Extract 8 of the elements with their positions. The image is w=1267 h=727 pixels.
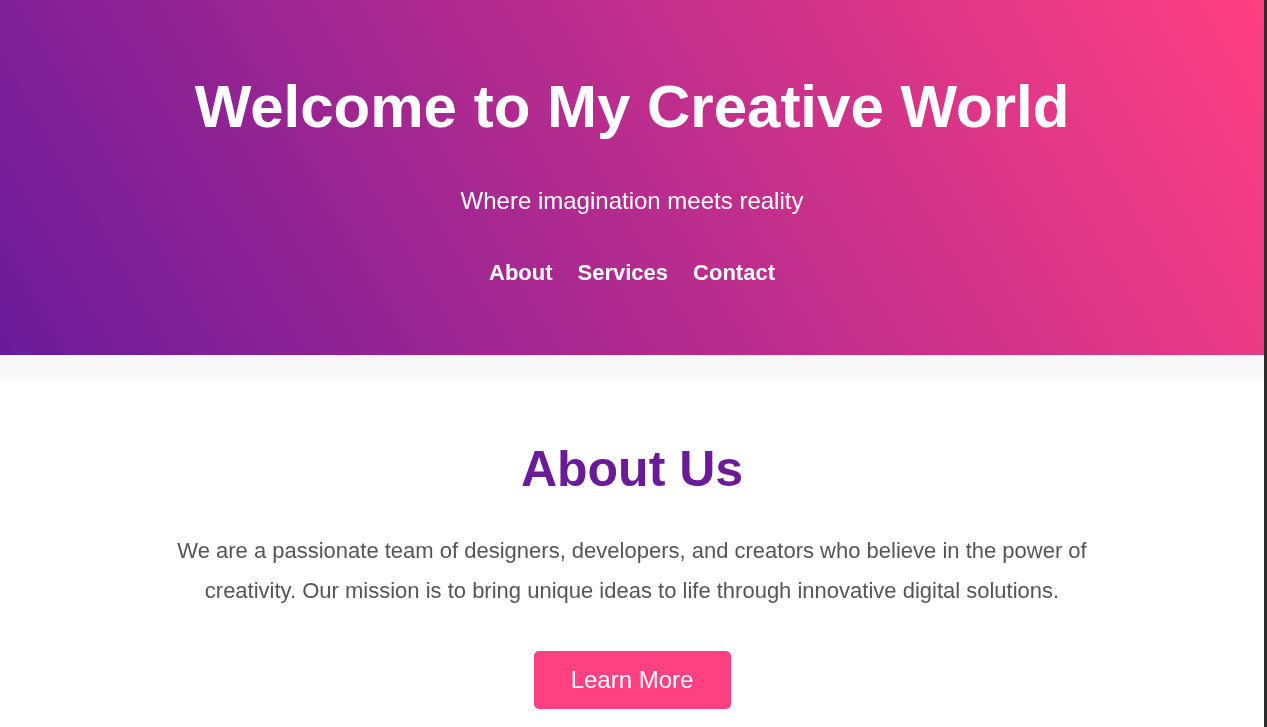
about-paragraph: We are a passionate team of designers, developers, and creators who believe in the power of creativity. Our mission is to bring unique ideas to life through innovative digital solutions. xyxy=(176,537,1088,605)
hero-title: Welcome to My Creative World xyxy=(194,72,1070,142)
nav-link[interactable]: Contact xyxy=(693,260,775,286)
hero-subtitle: Where imagination meets reality xyxy=(460,187,804,215)
learn-more-button[interactable]: Learn More xyxy=(533,651,731,709)
section-heading: About Us xyxy=(520,440,744,499)
nav-link[interactable]: Services xyxy=(577,260,669,286)
nav-link[interactable]: About xyxy=(489,260,553,286)
